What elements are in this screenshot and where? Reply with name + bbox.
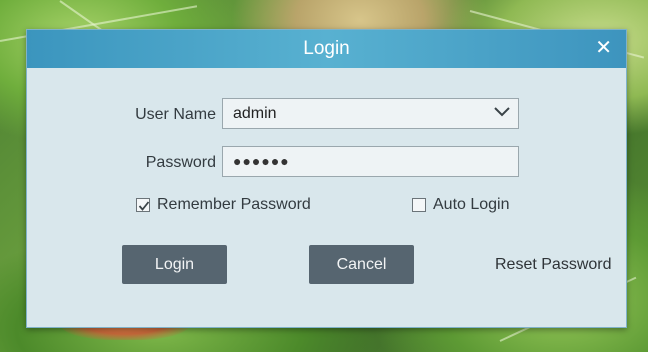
remember-password-checkbox[interactable]: Remember Password bbox=[136, 196, 311, 214]
username-value: admin bbox=[233, 105, 277, 122]
remember-password-label: Remember Password bbox=[157, 196, 311, 213]
auto-login-label: Auto Login bbox=[433, 196, 510, 213]
chevron-down-icon[interactable] bbox=[494, 107, 510, 117]
username-label: User Name bbox=[135, 106, 216, 123]
auto-login-checkbox-box[interactable] bbox=[412, 198, 426, 212]
password-value: ●●●●●● bbox=[233, 153, 290, 169]
password-field[interactable]: ●●●●●● bbox=[222, 146, 519, 177]
checkmark-icon bbox=[138, 201, 150, 211]
reset-password-link[interactable]: Reset Password bbox=[495, 256, 612, 274]
close-icon[interactable]: ✕ bbox=[595, 30, 612, 68]
dialog-titlebar: Login ✕ bbox=[27, 30, 626, 68]
password-label: Password bbox=[145, 154, 216, 171]
login-button[interactable]: Login bbox=[122, 245, 227, 284]
auto-login-checkbox[interactable]: Auto Login bbox=[412, 196, 510, 214]
username-select[interactable]: admin bbox=[222, 98, 519, 129]
remember-checkbox-box[interactable] bbox=[136, 198, 150, 212]
dialog-title: Login bbox=[303, 38, 350, 59]
cancel-button[interactable]: Cancel bbox=[309, 245, 414, 284]
login-dialog: Login ✕ User Name admin Password ●●●●●● … bbox=[26, 29, 627, 328]
